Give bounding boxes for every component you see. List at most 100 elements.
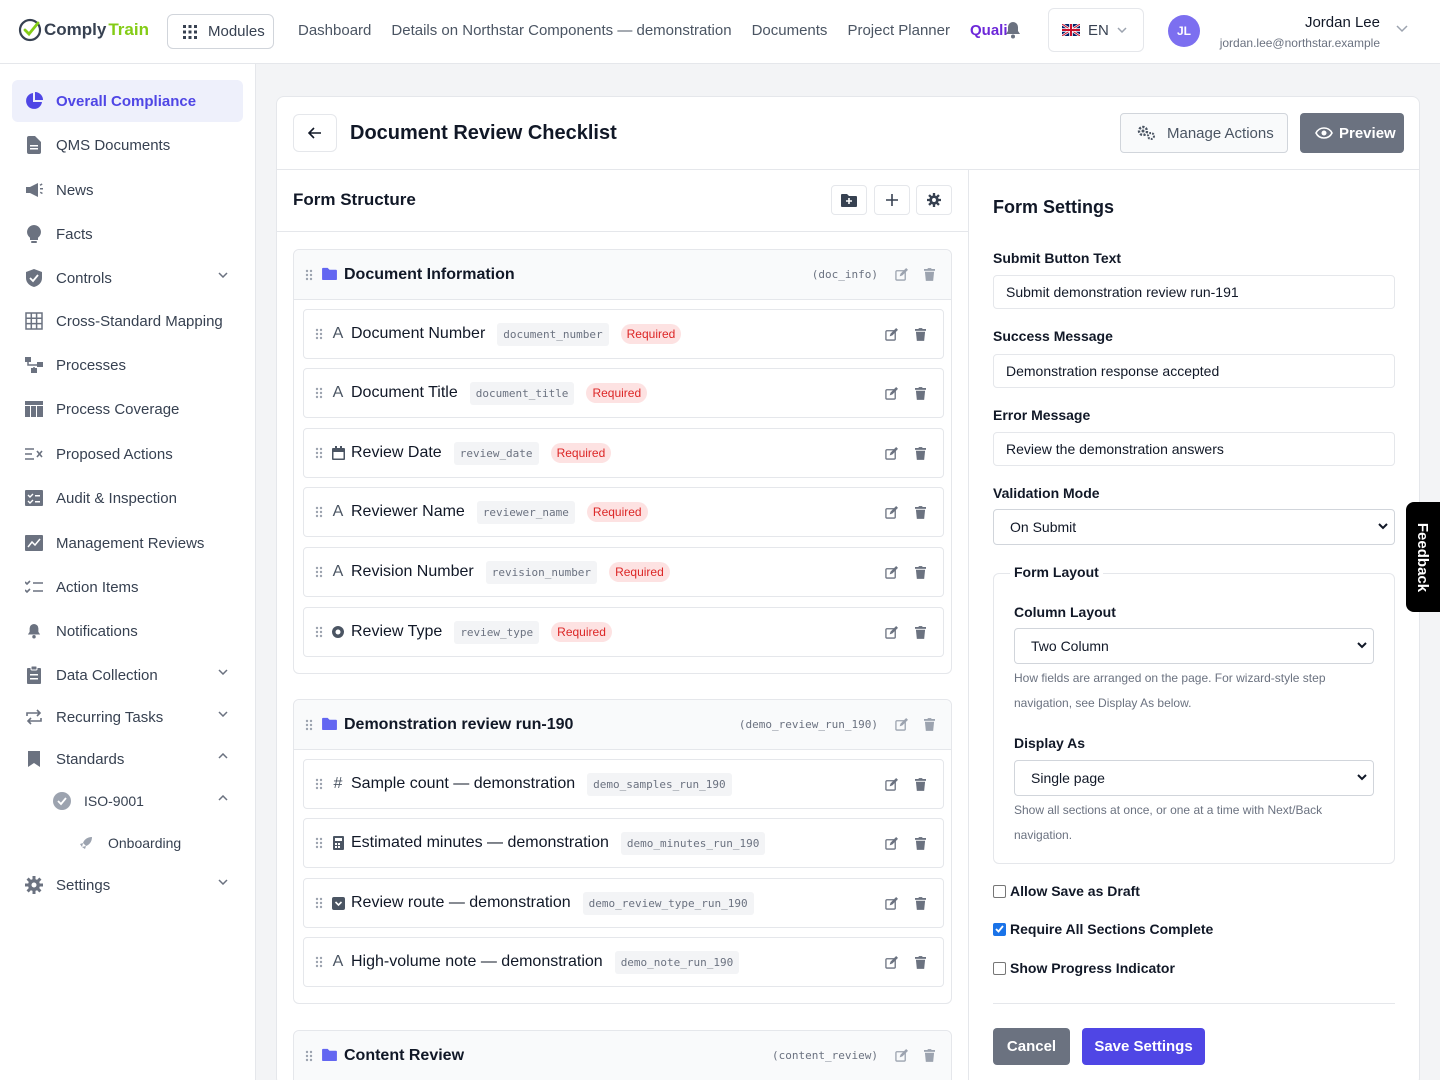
- edit-icon[interactable]: [885, 837, 898, 850]
- edit-icon[interactable]: [895, 268, 908, 281]
- drag-handle-icon[interactable]: [315, 626, 323, 638]
- form-structure-settings-button[interactable]: [916, 185, 952, 215]
- trash-icon[interactable]: [915, 956, 926, 969]
- sidebar-item-iso-9001[interactable]: ISO-9001: [40, 780, 243, 822]
- sidebar-item-proposed-actions[interactable]: Proposed Actions: [12, 433, 243, 475]
- drag-handle-icon[interactable]: [305, 269, 313, 281]
- nav-quali[interactable]: Quali: [970, 22, 1008, 39]
- sidebar-item-processes[interactable]: Processes: [12, 344, 243, 386]
- submit-button-text-input[interactable]: Submit demonstration review run-191: [993, 275, 1395, 309]
- error-message-input[interactable]: Review the demonstration answers: [993, 432, 1395, 466]
- drag-handle-icon[interactable]: [315, 566, 323, 578]
- sidebar-item-management-reviews[interactable]: Management Reviews: [12, 522, 243, 564]
- brand-logo[interactable]: Comply Train: [18, 18, 149, 42]
- section-doc-info[interactable]: Document Information (doc_info) A Docume…: [293, 249, 952, 674]
- edit-icon[interactable]: [885, 626, 898, 639]
- section-content-review[interactable]: Content Review (content_review): [293, 1030, 952, 1080]
- sidebar-item-news[interactable]: News: [12, 169, 243, 211]
- cancel-button[interactable]: Cancel: [993, 1028, 1070, 1065]
- trash-icon[interactable]: [915, 778, 926, 791]
- drag-handle-icon[interactable]: [315, 328, 323, 340]
- drag-handle-icon[interactable]: [315, 778, 323, 790]
- sidebar-item-standards[interactable]: Standards: [12, 738, 243, 780]
- field-document-number[interactable]: A Document Number document_number Requir…: [303, 309, 944, 359]
- sidebar-item-qms-documents[interactable]: QMS Documents: [12, 124, 243, 166]
- trash-icon[interactable]: [915, 897, 926, 910]
- sidebar-item-process-coverage[interactable]: Process Coverage: [12, 388, 243, 430]
- sidebar-item-facts[interactable]: Facts: [12, 213, 243, 255]
- drag-handle-icon[interactable]: [315, 387, 323, 399]
- sidebar-item-controls[interactable]: Controls: [12, 257, 243, 299]
- field-sample-count[interactable]: # Sample count — demonstration demo_samp…: [303, 759, 944, 809]
- edit-icon[interactable]: [885, 956, 898, 969]
- back-button[interactable]: [293, 114, 337, 152]
- field-review-route[interactable]: Review route — demonstration demo_review…: [303, 878, 944, 928]
- sidebar-item-data-collection[interactable]: Data Collection: [12, 654, 243, 696]
- modules-button[interactable]: Modules: [167, 14, 274, 49]
- edit-icon[interactable]: [885, 447, 898, 460]
- trash-icon[interactable]: [915, 626, 926, 639]
- trash-icon[interactable]: [915, 447, 926, 460]
- sidebar-item-onboarding[interactable]: Onboarding: [64, 822, 243, 864]
- manage-actions-button[interactable]: Manage Actions: [1120, 113, 1288, 153]
- nav-project-planner[interactable]: Project Planner: [847, 22, 950, 39]
- sidebar-item-cross-standard-mapping[interactable]: Cross-Standard Mapping: [12, 300, 243, 342]
- field-reviewer-name[interactable]: A Reviewer Name reviewer_name Required: [303, 487, 944, 537]
- save-settings-button[interactable]: Save Settings: [1082, 1028, 1205, 1065]
- field-revision-number[interactable]: A Revision Number revision_number Requir…: [303, 547, 944, 597]
- edit-icon[interactable]: [885, 328, 898, 341]
- edit-icon[interactable]: [885, 897, 898, 910]
- trash-icon[interactable]: [924, 718, 935, 731]
- edit-icon[interactable]: [895, 1049, 908, 1062]
- allow-save-draft-checkbox[interactable]: Allow Save as Draft: [993, 883, 1140, 899]
- section-demo-review-run-190[interactable]: Demonstration review run-190 (demo_revie…: [293, 699, 952, 1004]
- checkbox[interactable]: [993, 922, 1006, 936]
- checkbox[interactable]: [993, 961, 1006, 975]
- trash-icon[interactable]: [924, 1049, 935, 1062]
- trash-icon[interactable]: [915, 328, 926, 341]
- trash-icon[interactable]: [915, 506, 926, 519]
- trash-icon[interactable]: [924, 268, 935, 281]
- display-as-select[interactable]: Single page: [1014, 760, 1374, 796]
- drag-handle-icon[interactable]: [315, 837, 323, 849]
- edit-icon[interactable]: [895, 718, 908, 731]
- sidebar-item-recurring-tasks[interactable]: Recurring Tasks: [12, 696, 243, 738]
- edit-icon[interactable]: [885, 506, 898, 519]
- field-review-type[interactable]: Review Type review_type Required: [303, 607, 944, 657]
- notifications-bell-icon[interactable]: [1005, 21, 1021, 39]
- avatar[interactable]: JL: [1168, 15, 1200, 47]
- checkbox[interactable]: [993, 884, 1006, 898]
- field-high-volume-note[interactable]: A High-volume note — demonstration demo_…: [303, 937, 944, 987]
- sidebar-item-action-items[interactable]: Action Items: [12, 566, 243, 608]
- validation-mode-select[interactable]: On Submit: [993, 509, 1395, 545]
- column-layout-select[interactable]: Two Column: [1014, 628, 1374, 664]
- edit-icon[interactable]: [885, 566, 898, 579]
- drag-handle-icon[interactable]: [305, 1050, 313, 1062]
- add-field-button[interactable]: [874, 185, 910, 215]
- sidebar-item-notifications[interactable]: Notifications: [12, 610, 243, 652]
- require-sections-complete-checkbox[interactable]: Require All Sections Complete: [993, 921, 1213, 937]
- edit-icon[interactable]: [885, 778, 898, 791]
- trash-icon[interactable]: [915, 837, 926, 850]
- drag-handle-icon[interactable]: [315, 897, 323, 909]
- edit-icon[interactable]: [885, 387, 898, 400]
- sidebar-item-settings[interactable]: Settings: [12, 864, 243, 906]
- nav-documents[interactable]: Documents: [752, 22, 828, 39]
- preview-button[interactable]: Preview: [1300, 113, 1404, 153]
- sidebar-item-audit-inspection[interactable]: Audit & Inspection: [12, 477, 243, 519]
- user-menu-chevron-icon[interactable]: [1396, 25, 1408, 33]
- field-document-title[interactable]: A Document Title document_title Required: [303, 368, 944, 418]
- drag-handle-icon[interactable]: [315, 506, 323, 518]
- field-estimated-minutes[interactable]: Estimated minutes — demonstration demo_m…: [303, 818, 944, 868]
- drag-handle-icon[interactable]: [315, 956, 323, 968]
- trash-icon[interactable]: [915, 566, 926, 579]
- drag-handle-icon[interactable]: [305, 719, 313, 731]
- show-progress-indicator-checkbox[interactable]: Show Progress Indicator: [993, 960, 1175, 976]
- feedback-tab[interactable]: Feedback: [1406, 502, 1440, 612]
- success-message-input[interactable]: Demonstration response accepted: [993, 354, 1395, 388]
- add-section-button[interactable]: [831, 185, 867, 215]
- sidebar-item-overall-compliance[interactable]: Overall Compliance: [12, 80, 243, 122]
- nav-dashboard[interactable]: Dashboard: [298, 22, 371, 39]
- drag-handle-icon[interactable]: [315, 447, 323, 459]
- nav-details[interactable]: Details on Northstar Components — demons…: [391, 22, 731, 39]
